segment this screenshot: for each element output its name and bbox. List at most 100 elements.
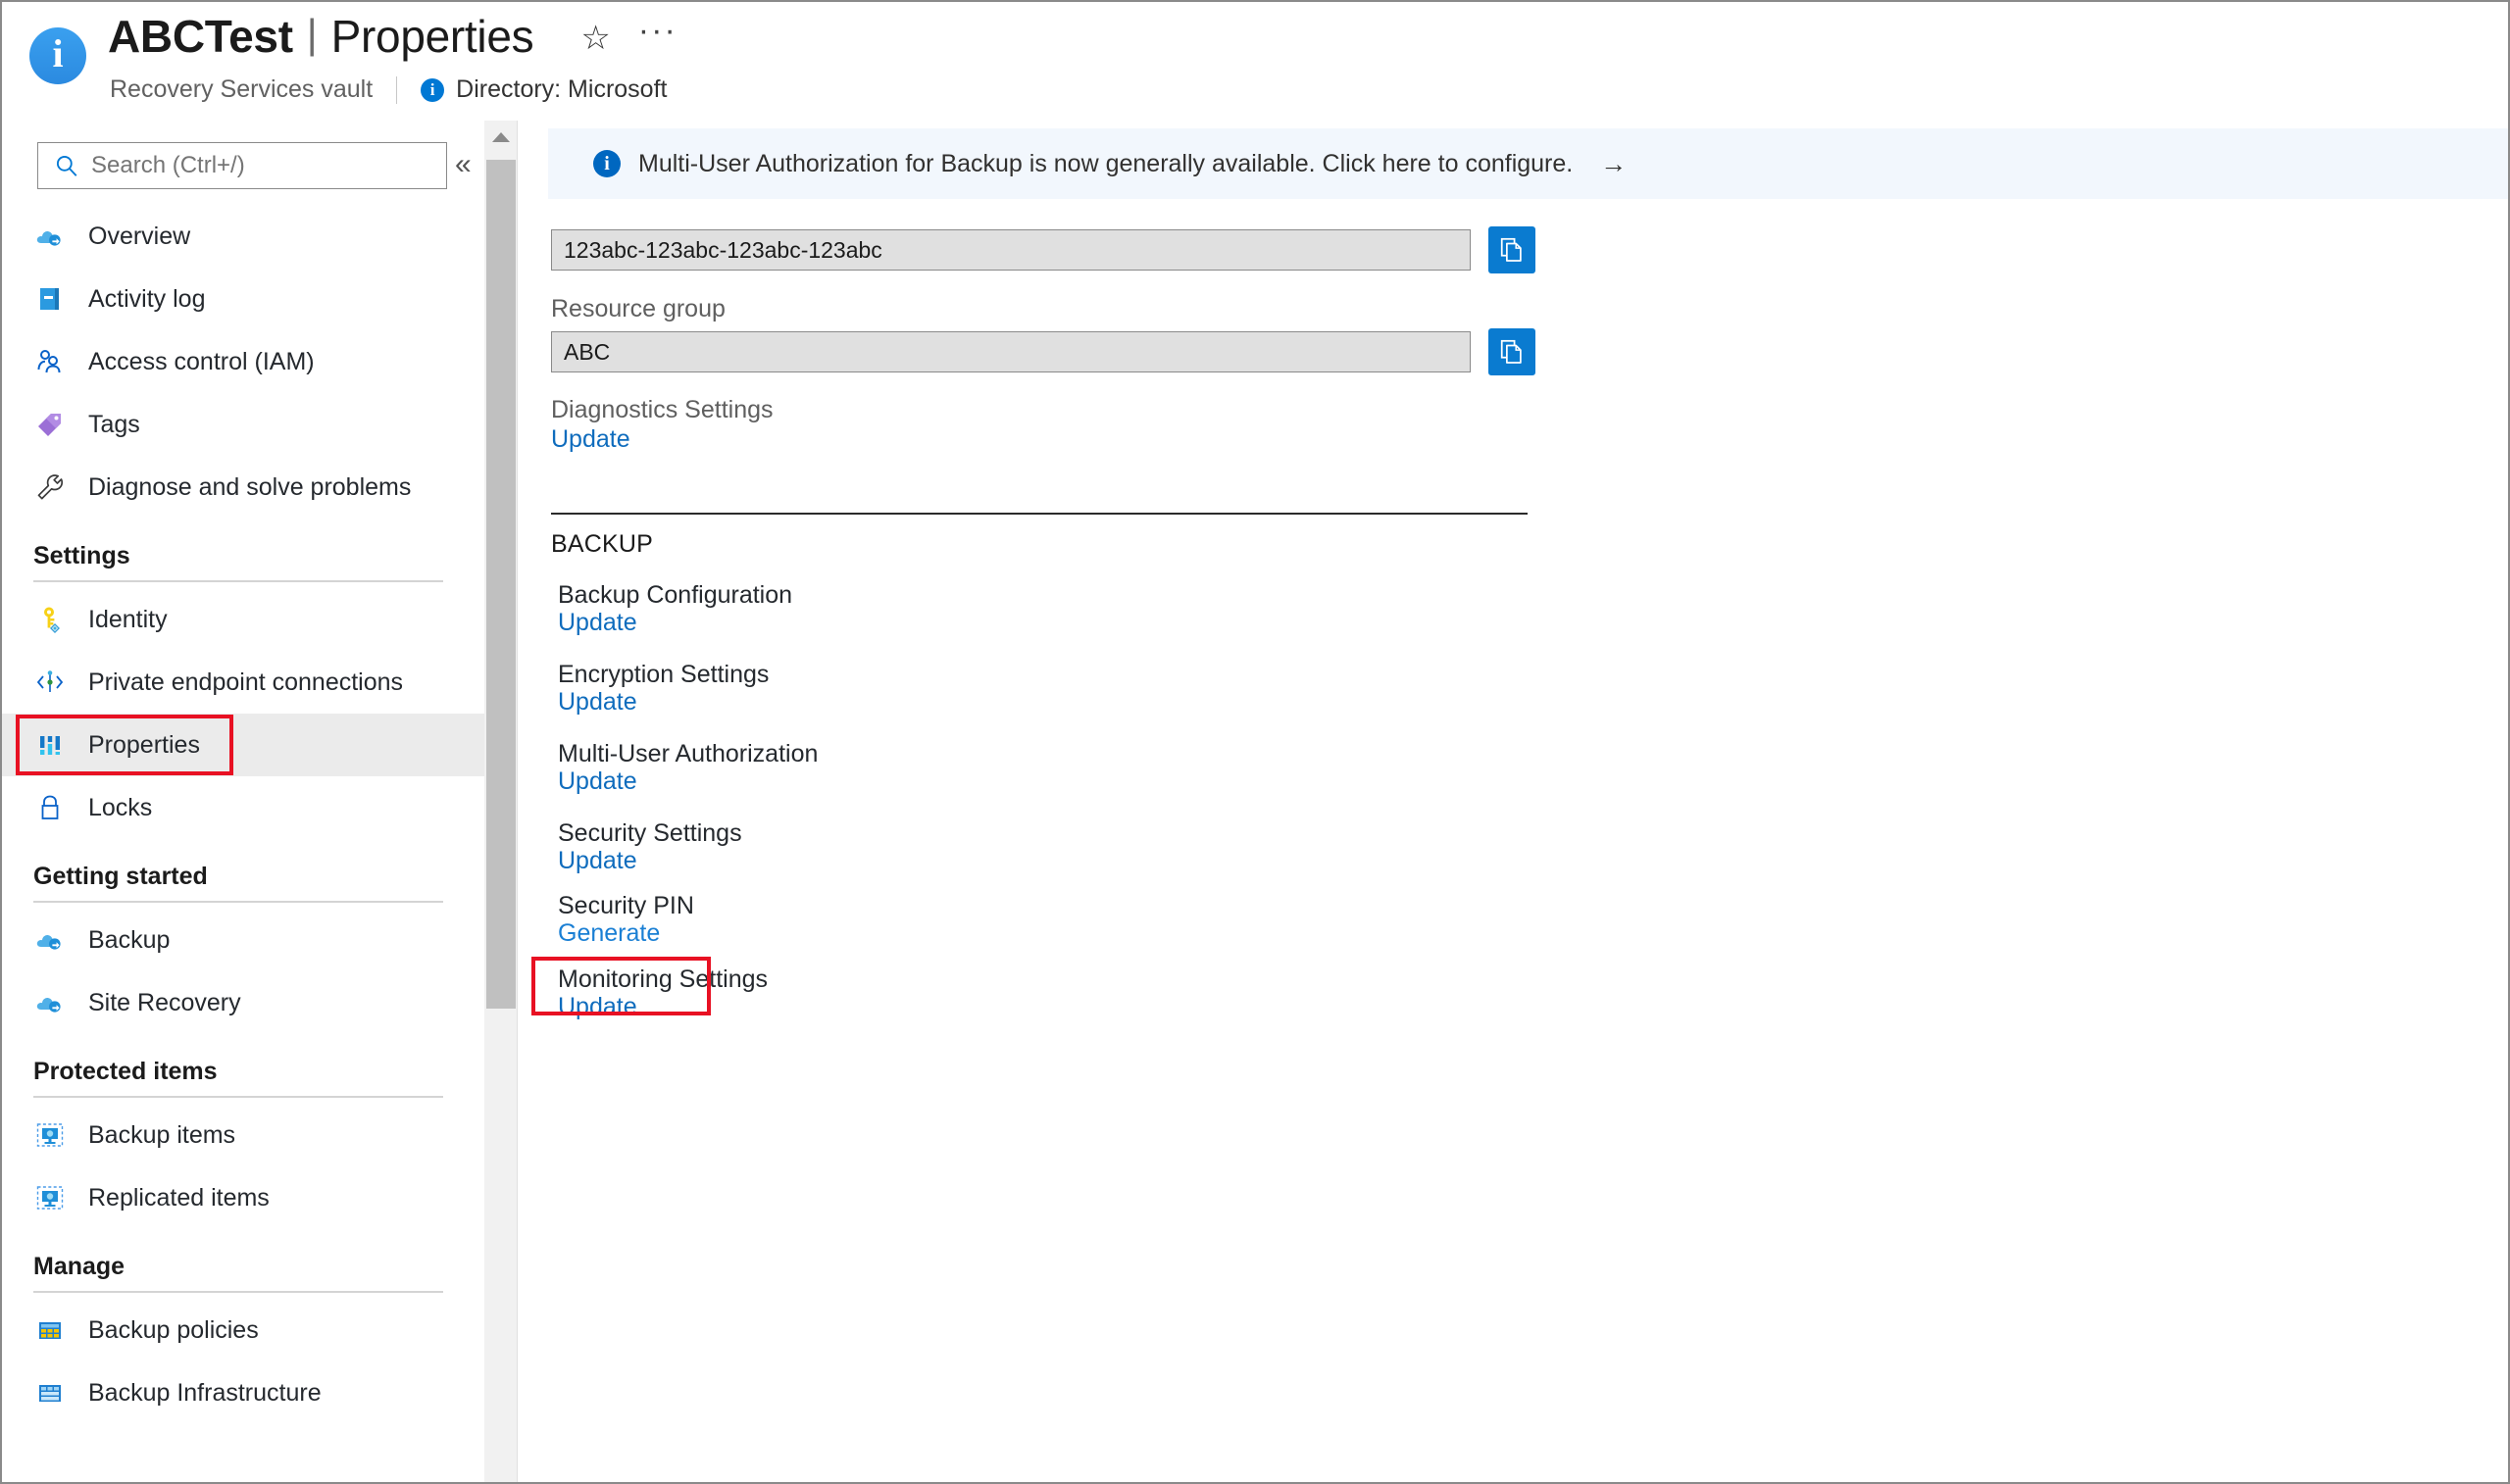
security-settings-update-link[interactable]: Update: [558, 847, 637, 875]
page-name: Properties: [330, 11, 534, 62]
encryption-settings-update-link[interactable]: Update: [558, 688, 637, 717]
group-divider: [33, 1291, 443, 1293]
sidebar-item-diagnose[interactable]: Diagnose and solve problems: [2, 456, 485, 519]
sidebar-item-backup-items[interactable]: Backup items: [2, 1104, 485, 1166]
sidebar-group-title: Settings: [33, 542, 130, 569]
sidebar-group-title: Protected items: [33, 1058, 218, 1085]
sidebar-item-backup[interactable]: Backup: [2, 909, 485, 971]
lock-icon: [33, 791, 67, 824]
key-icon: [33, 603, 67, 636]
book-icon: [33, 282, 67, 316]
sidebar-group-getting-started: Getting started: [2, 863, 485, 903]
group-divider: [33, 580, 443, 582]
banner-text: Multi-User Authorization for Backup is n…: [638, 149, 1574, 177]
search-box[interactable]: [37, 142, 447, 189]
sidebar-item-label: Diagnose and solve problems: [88, 472, 412, 501]
grid-yellow-icon: [33, 1313, 67, 1347]
page-title: ABCTest | Properties ☆ ···: [108, 10, 678, 63]
cloud-icon: [33, 923, 67, 957]
sidebar-item-private-endpoint-connections[interactable]: Private endpoint connections: [2, 651, 485, 714]
sidebar-item-replicated-items[interactable]: Replicated items: [2, 1166, 485, 1229]
sidebar-group-manage: Manage: [2, 1253, 485, 1293]
sidebar-item-label: Backup policies: [88, 1315, 259, 1344]
arrow-right-icon: →: [1600, 148, 1628, 178]
diagnostics-update-link[interactable]: Update: [551, 425, 630, 454]
sidebar-item-label: Private endpoint connections: [88, 668, 404, 696]
resource-group-row: ABC: [551, 328, 1535, 375]
sidebar-item-label: Locks: [88, 793, 153, 821]
sidebar-item-label: Properties: [88, 730, 200, 759]
sidebar-item-activity-log[interactable]: Activity log: [2, 268, 485, 330]
sidebar-item-label: Backup items: [88, 1120, 236, 1149]
sidebar-item-backup-policies[interactable]: Backup policies: [2, 1299, 485, 1361]
sidebar-item-label: Site Recovery: [88, 988, 241, 1016]
sidebar-group-title: Manage: [33, 1253, 126, 1280]
copy-resource-group-button[interactable]: [1488, 328, 1535, 375]
wrench-icon: [33, 470, 67, 504]
resource-type-label: Recovery Services vault: [110, 75, 374, 103]
sidebar-item-properties[interactable]: Properties: [2, 714, 485, 776]
sidebar-group-protected-items: Protected items: [2, 1058, 485, 1098]
sidebar: « Overview: [2, 121, 486, 1482]
properties-icon: [33, 728, 67, 762]
sidebar-item-label: Overview: [88, 222, 191, 250]
sidebar-item-label: Tags: [88, 410, 140, 438]
group-divider: [33, 1096, 443, 1098]
security-pin-generate-link[interactable]: Generate: [558, 919, 660, 948]
scrollbar-thumb[interactable]: [486, 160, 516, 1009]
backup-configuration-update-link[interactable]: Update: [558, 609, 637, 637]
monitoring-settings-update-link[interactable]: Update: [558, 993, 637, 1021]
search-icon: [56, 155, 77, 176]
security-settings-title: Security Settings: [558, 819, 742, 847]
azure-portal-page: i ABCTest | Properties ☆ ··· Recovery Se…: [0, 0, 2510, 1484]
vm-icon: [33, 1181, 67, 1214]
info-icon: i: [593, 150, 621, 177]
sidebar-item-identity[interactable]: Identity: [2, 588, 485, 651]
sidebar-item-locks[interactable]: Locks: [2, 776, 485, 839]
more-options-icon[interactable]: ···: [638, 14, 678, 47]
title-separator: |: [306, 11, 318, 57]
header-subtitle: Recovery Services vault i Directory: Mic…: [110, 75, 667, 104]
resource-group-label: Resource group: [551, 295, 726, 322]
sidebar-item-site-recovery[interactable]: Site Recovery: [2, 971, 485, 1034]
multi-user-authorization-title: Multi-User Authorization: [558, 740, 819, 767]
cloud-icon: [33, 986, 67, 1019]
diagnostics-settings-label: Diagnostics Settings: [551, 396, 774, 423]
resource-info-icon: i: [29, 27, 86, 84]
security-pin-title: Security PIN: [558, 892, 694, 919]
cloud-icon: [33, 220, 67, 253]
sidebar-item-label: Access control (IAM): [88, 347, 315, 375]
resource-group-field[interactable]: ABC: [551, 331, 1471, 372]
sidebar-group-settings: Settings: [2, 542, 485, 582]
group-divider: [33, 901, 443, 903]
sidebar-scrollbar[interactable]: [484, 121, 518, 1482]
grid-blue-icon: [33, 1376, 67, 1410]
scroll-up-arrow-icon[interactable]: [484, 121, 518, 154]
monitoring-settings-title: Monitoring Settings: [558, 965, 769, 993]
sidebar-item-access-control[interactable]: Access control (IAM): [2, 330, 485, 393]
main-content: i Multi-User Authorization for Backup is…: [519, 121, 2508, 1482]
copy-vault-id-button[interactable]: [1488, 226, 1535, 273]
mua-banner[interactable]: i Multi-User Authorization for Backup is…: [548, 128, 2508, 199]
collapse-sidebar-icon[interactable]: «: [455, 150, 472, 179]
sidebar-item-label: Backup Infrastructure: [88, 1378, 322, 1407]
vault-id-row: 123abc-123abc-123abc-123abc: [551, 226, 1535, 273]
favorite-star-icon[interactable]: ☆: [580, 22, 610, 55]
endpoint-icon: [33, 666, 67, 699]
tag-icon: [33, 408, 67, 441]
sidebar-item-label: Replicated items: [88, 1183, 270, 1212]
sidebar-group-title: Getting started: [33, 863, 208, 890]
sidebar-item-label: Backup: [88, 925, 171, 954]
encryption-settings-title: Encryption Settings: [558, 661, 770, 688]
sidebar-item-label: Activity log: [88, 284, 206, 313]
multi-user-authorization-update-link[interactable]: Update: [558, 767, 637, 796]
vault-id-field[interactable]: 123abc-123abc-123abc-123abc: [551, 229, 1471, 271]
sidebar-item-backup-infrastructure[interactable]: Backup Infrastructure: [2, 1361, 485, 1424]
resource-name: ABCTest: [108, 11, 293, 62]
directory-label: Directory: Microsoft: [456, 75, 668, 103]
copy-icon: [1500, 237, 1522, 262]
search-input[interactable]: [91, 152, 415, 179]
sidebar-item-tags[interactable]: Tags: [2, 393, 485, 456]
sidebar-item-overview[interactable]: Overview: [2, 205, 485, 268]
vm-icon: [33, 1118, 67, 1152]
